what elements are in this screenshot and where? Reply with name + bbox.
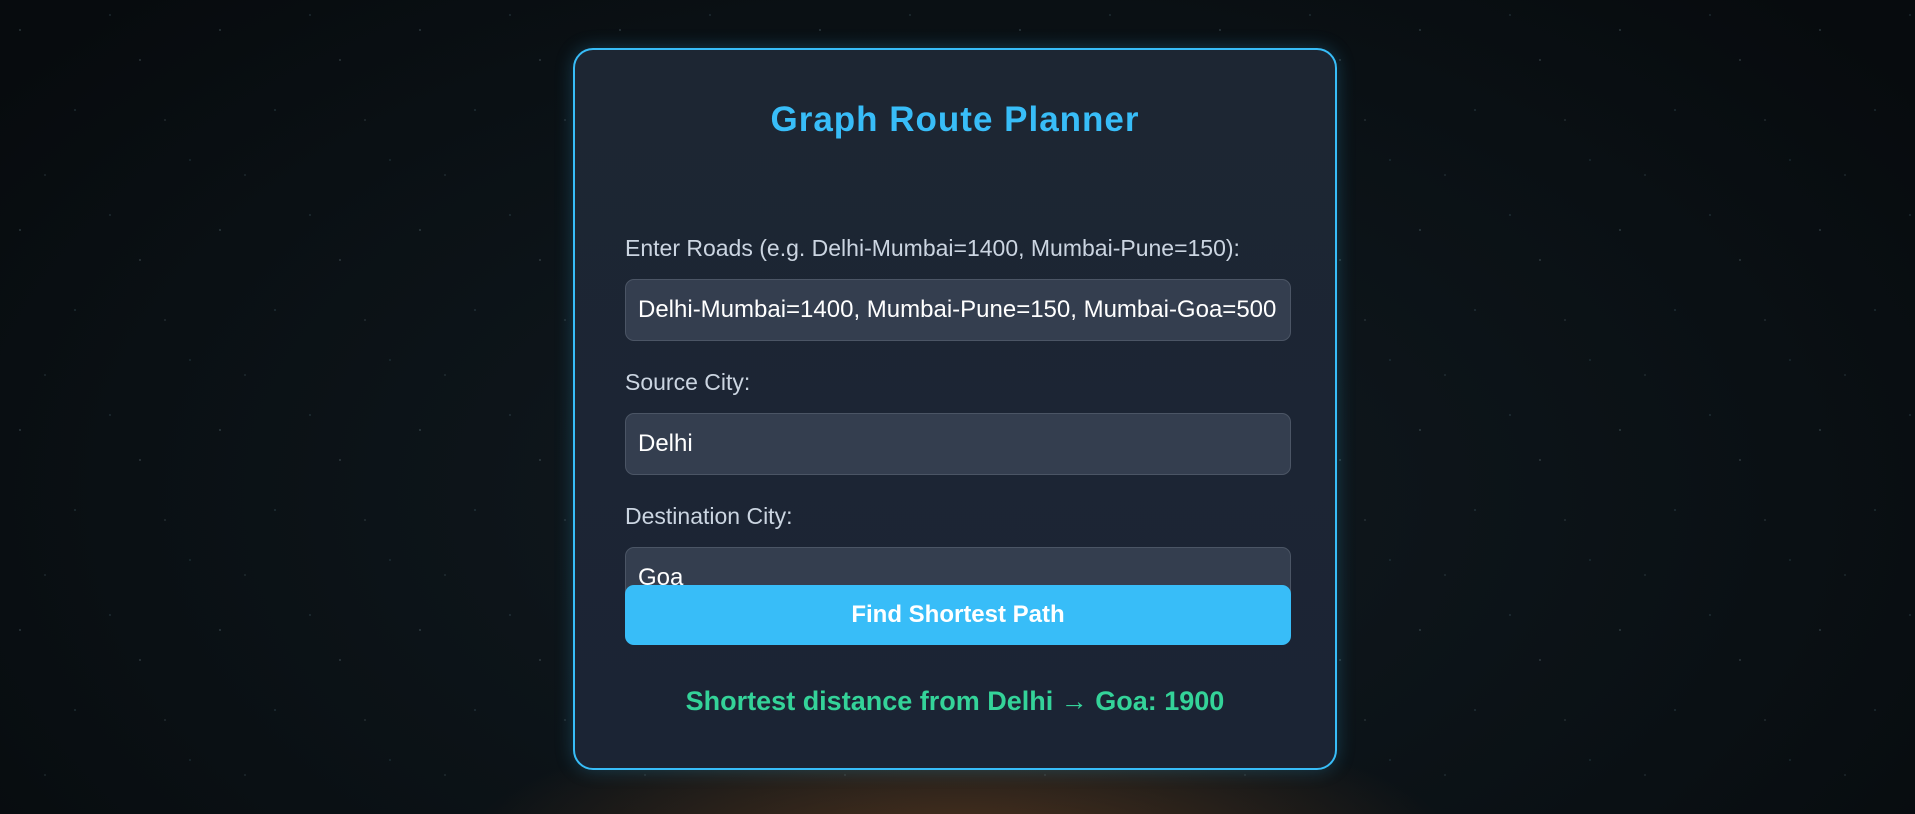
source-city-label: Source City: (625, 369, 751, 395)
find-shortest-path-button[interactable]: Find Shortest Path (625, 585, 1291, 645)
page-title: Graph Route Planner (770, 100, 1140, 139)
result-text: Shortest distance from Delhi → Goa: 1900 (685, 686, 1225, 716)
source-city-input[interactable] (625, 413, 1291, 475)
roads-label: Enter Roads (e.g. Delhi-Mumbai=1400, Mum… (625, 235, 1240, 261)
roads-input[interactable] (625, 279, 1291, 341)
route-planner-card: Graph Route Planner Enter Roads (e.g. De… (573, 48, 1337, 770)
destination-city-label: Destination City: (625, 503, 793, 529)
